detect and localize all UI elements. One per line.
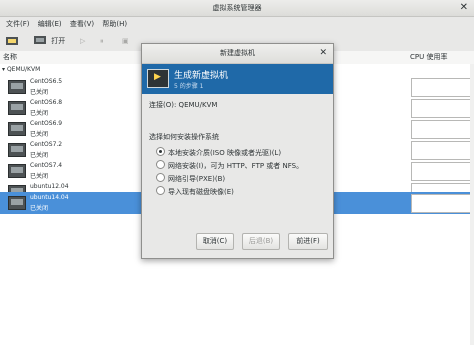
scrollbar[interactable]: [470, 64, 474, 345]
window-title: 虚拟系统管理器: [212, 4, 262, 12]
pause-button[interactable]: ⏸: [100, 34, 104, 48]
connection-label: QEMU/KVM: [6, 66, 41, 73]
step-indicator: 5 的步骤 1: [174, 83, 204, 90]
option-label: 本地安装介质(ISO 映像或者光驱)(L): [168, 149, 282, 157]
connection-group[interactable]: ▾ QEMU/KVM: [2, 66, 40, 73]
vm-name: ubuntu14.04: [30, 194, 69, 201]
menu-edit[interactable]: 编辑(E): [38, 17, 62, 31]
option-local-media[interactable]: 本地安装介质(ISO 映像或者光驱)(L): [156, 147, 281, 158]
back-button[interactable]: 后退(B): [242, 233, 280, 250]
cancel-button[interactable]: 取消(C): [196, 233, 234, 250]
install-prompt: 选择如何安装操作系统: [149, 133, 219, 141]
cpu-graph: [411, 194, 471, 213]
monitor-icon: [8, 80, 26, 94]
option-label: 网络引导(PXE)(B): [168, 175, 226, 183]
close-icon[interactable]: ✕: [460, 0, 468, 16]
menu-file[interactable]: 文件(F): [6, 17, 30, 31]
option-label: 网络安装(I)，可为 HTTP、FTP 或者 NFS。: [168, 162, 304, 170]
menu-help[interactable]: 帮助(H): [102, 17, 127, 31]
cpu-graph: [411, 78, 471, 97]
menu-view[interactable]: 查看(V): [70, 17, 94, 31]
vm-state: 已关闭: [30, 173, 49, 180]
vm-state: 已关闭: [30, 110, 49, 117]
window-titlebar: 虚拟系统管理器 ✕: [0, 0, 474, 17]
banner-title: 生成新虚拟机: [174, 71, 229, 81]
pause-icon: ⏸: [100, 37, 104, 45]
vm-name: CentOS7.2: [30, 141, 63, 148]
new-vm-icon: [6, 36, 18, 46]
option-label: 导入现有磁盘映像(E): [168, 188, 234, 196]
monitor-icon: [34, 36, 46, 46]
radio-unselected[interactable]: [156, 160, 165, 169]
vm-name: CentOS6.9: [30, 120, 63, 127]
monitor-icon: [8, 143, 26, 157]
cpu-graph: [411, 141, 471, 160]
option-network-install[interactable]: 网络安装(I)，可为 HTTP、FTP 或者 NFS。: [156, 160, 303, 171]
dialog-title: 新建虚拟机: [220, 49, 255, 57]
monitor-icon: [8, 164, 26, 178]
open-button[interactable]: 打开: [34, 34, 65, 48]
wizard-banner: 生成新虚拟机 5 的步骤 1: [142, 64, 333, 94]
column-name[interactable]: 名称: [3, 51, 17, 64]
new-vm-button[interactable]: [6, 34, 18, 48]
option-import-disk[interactable]: 导入现有磁盘映像(E): [156, 186, 234, 197]
expander-icon[interactable]: ▾: [2, 66, 5, 73]
shutdown-button[interactable]: ▣: [122, 34, 129, 48]
vm-name: CentOS6.5: [30, 78, 63, 85]
vm-name: ubuntu12.04: [30, 183, 69, 190]
radio-selected[interactable]: [156, 147, 165, 156]
vm-state: 已关闭: [30, 205, 49, 212]
new-vm-dialog: 新建虚拟机 ✕ 生成新虚拟机 5 的步骤 1 连接(O): QEMU/KVM 选…: [141, 43, 334, 259]
monitor-icon: [8, 122, 26, 136]
menubar: 文件(F) 编辑(E) 查看(V) 帮助(H): [0, 17, 474, 31]
new-vm-icon: [147, 69, 169, 88]
connection-label: 连接(O): QEMU/KVM: [149, 101, 218, 109]
open-label: 打开: [51, 37, 66, 45]
vm-name: CentOS7.4: [30, 162, 63, 169]
stop-icon: ▣: [122, 37, 129, 45]
column-cpu[interactable]: CPU 使用率: [410, 51, 447, 64]
forward-button[interactable]: 前进(F): [288, 233, 328, 250]
cpu-graph: [411, 99, 471, 118]
radio-unselected[interactable]: [156, 173, 165, 182]
dialog-titlebar: 新建虚拟机 ✕: [142, 44, 333, 64]
run-button[interactable]: ▷: [80, 34, 85, 48]
radio-unselected[interactable]: [156, 186, 165, 195]
monitor-icon: [8, 196, 26, 210]
cpu-graph: [411, 162, 471, 181]
vm-name: CentOS6.8: [30, 99, 63, 106]
cpu-graph: [411, 120, 471, 139]
option-network-boot[interactable]: 网络引导(PXE)(B): [156, 173, 225, 184]
monitor-icon: [8, 101, 26, 115]
play-icon: ▷: [80, 37, 86, 45]
vm-state: 已关闭: [30, 152, 49, 159]
vm-state: 已关闭: [30, 131, 49, 138]
vm-state: 已关闭: [30, 89, 49, 96]
close-icon[interactable]: ✕: [319, 44, 327, 63]
